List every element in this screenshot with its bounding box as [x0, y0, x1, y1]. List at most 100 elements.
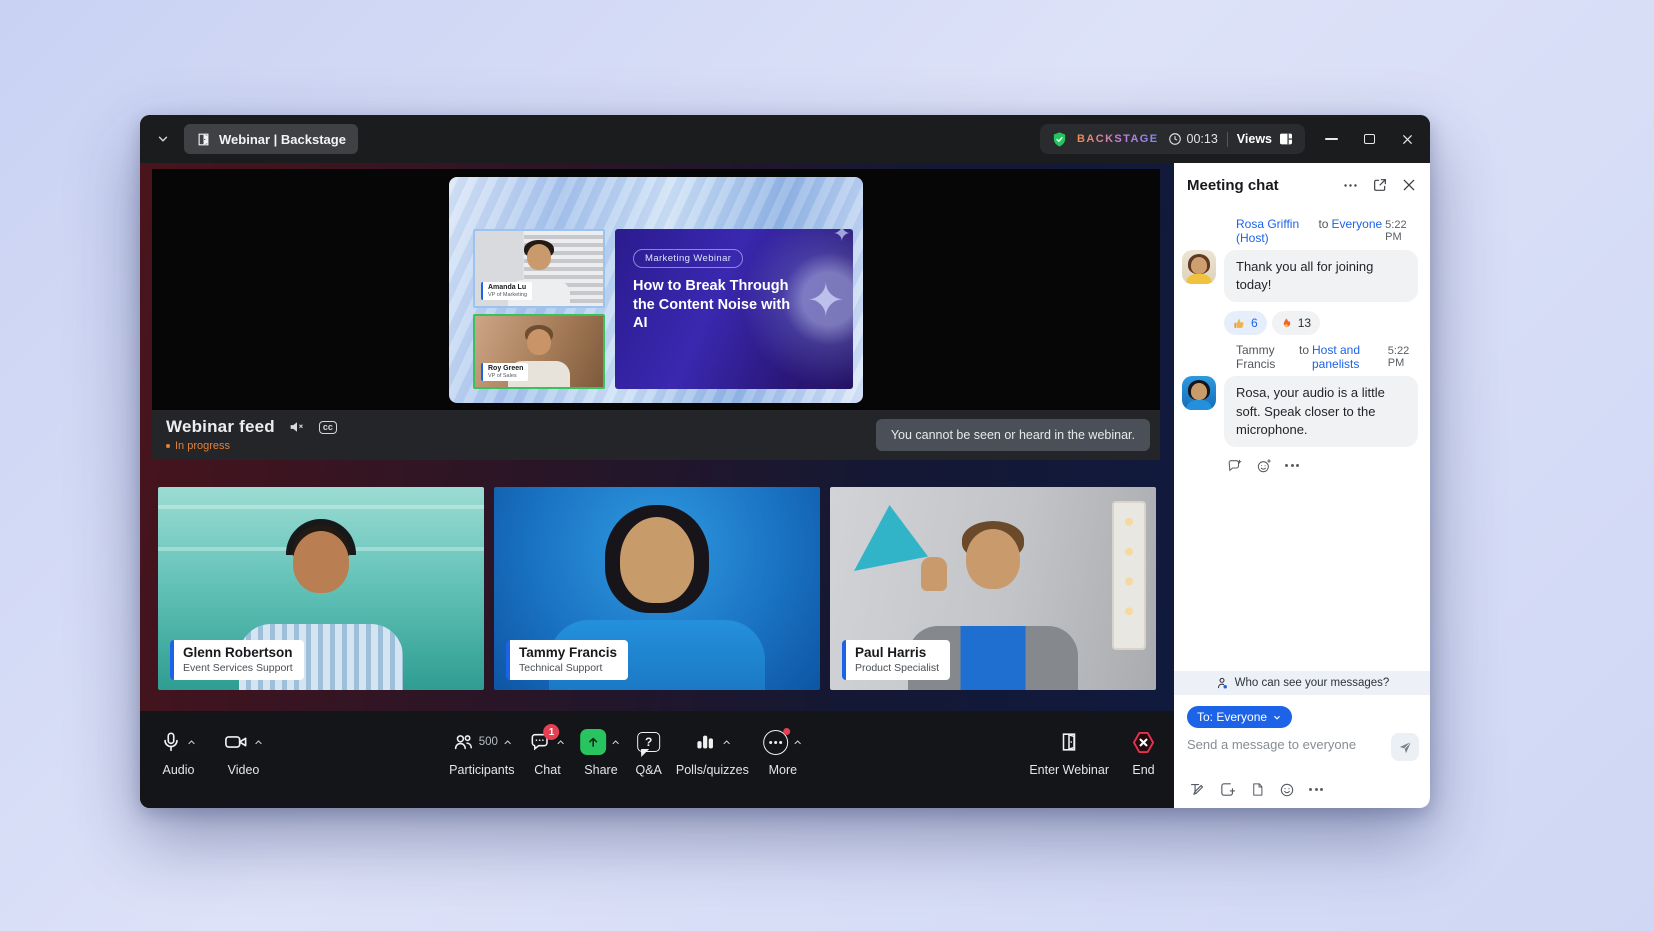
participant-role: Technical Support — [519, 662, 617, 674]
compose-area: To: Everyone Send a message to everyone — [1174, 695, 1430, 808]
camera-icon — [223, 731, 249, 753]
pop-out-icon[interactable] — [1372, 177, 1388, 193]
video-label: Video — [228, 763, 260, 777]
share-button[interactable]: Share — [580, 724, 621, 777]
cannot-be-seen-toast: You cannot be seen or heard in the webin… — [876, 419, 1150, 451]
recipient-selector[interactable]: To: Everyone — [1187, 706, 1292, 728]
compose-more-icon[interactable] — [1309, 788, 1323, 791]
webinar-feed-preview: Amanda Lu VP of Marketing Roy Green VP o… — [152, 169, 1160, 410]
emoji-icon[interactable] — [1279, 782, 1295, 798]
audio-label: Audio — [163, 763, 195, 777]
microphone-icon — [160, 730, 182, 754]
video-options-chevron[interactable] — [253, 738, 264, 747]
audio-options-chevron[interactable] — [186, 738, 197, 747]
screen-capture-icon[interactable] — [1219, 781, 1236, 798]
preview-tile-roy: Roy Green VP of Sales — [473, 314, 605, 389]
participants-icon — [451, 731, 475, 753]
name-badge: Tammy Francis Technical Support — [506, 640, 628, 680]
reaction-thumbs-up[interactable]: 6 — [1224, 311, 1267, 335]
enter-webinar-label: Enter Webinar — [1029, 763, 1109, 777]
participant-name: Paul Harris — [855, 645, 939, 660]
chat-more-icon[interactable] — [1342, 177, 1359, 194]
tab-webinar-backstage[interactable]: Webinar | Backstage — [184, 124, 358, 154]
more-notification-dot — [783, 728, 790, 735]
polls-label: Polls/quizzes — [676, 763, 749, 777]
panelist-tiles-row: Glenn Robertson Event Services Support T… — [140, 460, 1174, 711]
who-can-see-label: Who can see your messages? — [1235, 677, 1390, 689]
attach-file-icon[interactable] — [1250, 781, 1265, 798]
name-badge: Glenn Robertson Event Services Support — [170, 640, 304, 680]
meeting-chat-panel: Meeting chat Rosa Gri — [1174, 163, 1430, 808]
closed-captions-icon[interactable]: cc — [319, 421, 337, 434]
sparkle-icon: ✦ — [833, 229, 851, 247]
backstage-badge: BACKSTAGE — [1077, 133, 1158, 145]
message-input[interactable]: Send a message to everyone — [1187, 737, 1418, 781]
share-chevron[interactable] — [610, 738, 621, 747]
text-format-icon[interactable] — [1188, 781, 1205, 798]
video-tile-tammy[interactable]: Tammy Francis Technical Support — [494, 487, 820, 690]
feed-title: Webinar feed — [166, 417, 275, 437]
share-screen-icon — [580, 729, 606, 755]
bar-chart-icon — [693, 731, 717, 753]
message-bubble: Rosa, your audio is a little soft. Speak… — [1224, 376, 1418, 447]
views-button[interactable]: Views — [1237, 131, 1294, 147]
name-badge: Paul Harris Product Specialist — [842, 640, 950, 680]
recipient-selector-label: To: Everyone — [1197, 710, 1267, 724]
participants-chevron[interactable] — [502, 738, 513, 747]
reaction-count: 6 — [1251, 316, 1258, 330]
chat-message: Rosa Griffin (Host) to Everyone 5:22 PM … — [1182, 217, 1418, 335]
shield-check-icon — [1051, 131, 1068, 148]
video-tile-glenn[interactable]: Glenn Robertson Event Services Support — [158, 487, 484, 690]
enter-webinar-button[interactable]: Enter Webinar — [1029, 724, 1109, 777]
send-message-button[interactable] — [1391, 733, 1419, 761]
avatar — [1182, 250, 1216, 284]
reaction-count: 13 — [1298, 316, 1311, 330]
chat-title: Meeting chat — [1187, 177, 1279, 194]
sparkle-icon: ✦ — [806, 273, 845, 327]
to-word: to — [1318, 217, 1328, 231]
end-label: End — [1132, 763, 1154, 777]
layout-views-icon — [1278, 131, 1294, 147]
polls-chevron[interactable] — [721, 738, 732, 747]
avatar — [1182, 376, 1216, 410]
speaker-muted-icon[interactable] — [288, 418, 306, 436]
close-chat-icon[interactable] — [1401, 177, 1417, 193]
participants-count: 500 — [479, 736, 498, 748]
webinar-feed-bar: Webinar feed cc In progress You cannot b… — [152, 410, 1160, 460]
divider — [1227, 132, 1228, 147]
message-time: 5:22 PM — [1385, 219, 1418, 243]
more-button[interactable]: More — [763, 724, 803, 777]
close-button[interactable] — [1401, 133, 1414, 146]
chat-button[interactable]: 1 Chat — [528, 724, 566, 777]
qa-label: Q&A — [635, 763, 661, 777]
sender-name-link[interactable]: Rosa Griffin (Host) — [1236, 217, 1315, 245]
participants-button[interactable]: 500 Participants — [449, 724, 514, 777]
chevron-down-icon[interactable] — [156, 132, 170, 146]
qa-button[interactable]: ? Q&A — [635, 724, 661, 777]
end-button[interactable]: End — [1131, 724, 1156, 777]
tab-label: Webinar | Backstage — [219, 132, 346, 147]
chat-message: Tammy Francis to Host and panelists 5:22… — [1182, 343, 1418, 474]
qa-icon: ? — [637, 732, 660, 752]
chat-message-list[interactable]: Rosa Griffin (Host) to Everyone 5:22 PM … — [1174, 207, 1430, 671]
minimize-button[interactable] — [1325, 138, 1338, 140]
message-more-icon[interactable] — [1285, 464, 1299, 467]
maximize-button[interactable] — [1364, 134, 1375, 144]
more-chevron[interactable] — [792, 738, 803, 747]
video-tile-paul[interactable]: Paul Harris Product Specialist — [830, 487, 1156, 690]
participant-role: Event Services Support — [183, 662, 293, 674]
reaction-fire[interactable]: 13 — [1272, 311, 1320, 335]
who-can-see-banner[interactable]: Who can see your messages? — [1174, 671, 1430, 695]
participant-name: Tammy Francis — [519, 645, 617, 660]
video-button[interactable]: Video — [223, 724, 264, 777]
add-reaction-icon[interactable] — [1256, 458, 1272, 474]
door-icon — [196, 132, 211, 147]
polls-button[interactable]: Polls/quizzes — [676, 724, 749, 777]
recipient-link[interactable]: Everyone — [1331, 217, 1382, 231]
chat-chevron[interactable] — [555, 738, 566, 747]
audio-button[interactable]: Audio — [160, 724, 197, 777]
views-label: Views — [1237, 132, 1272, 146]
recipient-link[interactable]: Host and panelists — [1312, 343, 1385, 371]
slide-graphic: Marketing Webinar How to Break Through t… — [615, 229, 853, 389]
quote-reply-icon[interactable] — [1226, 458, 1243, 474]
